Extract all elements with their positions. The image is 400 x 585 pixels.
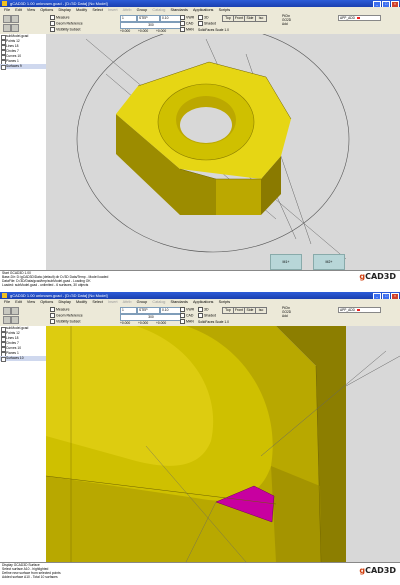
- open-file-icon[interactable]: [11, 15, 19, 23]
- window-title: gCAD3D 1.00 unknown.gcad - [D:/3D Data] …: [10, 293, 108, 298]
- new-file-icon[interactable]: [3, 307, 11, 315]
- vwr-checkbox[interactable]: VWR: [180, 15, 194, 20]
- 3d-checkbox[interactable]: 3D: [198, 15, 208, 20]
- viewport-button-m1[interactable]: M1+: [270, 254, 302, 270]
- nut-model-zoom: [46, 326, 400, 562]
- visibility-subset-checkbox[interactable]: Visibility Subset: [50, 319, 80, 324]
- step-field[interactable]: STEP: [137, 307, 160, 314]
- info-panel: PtCtn GO2D Add: [282, 14, 292, 26]
- coord-y: +0.000: [138, 29, 149, 33]
- coord-z: +0.000: [156, 29, 167, 33]
- visibility-subset-checkbox[interactable]: Visibility Subset: [50, 27, 80, 32]
- depth-field[interactable]: 300: [120, 314, 181, 321]
- undo-icon[interactable]: [11, 316, 19, 324]
- 3d-viewport[interactable]: M1+ M2+: [46, 34, 400, 270]
- layer-color-icon: [356, 17, 360, 20]
- geom-reference-checkbox[interactable]: Geom Reference: [50, 313, 83, 318]
- model-tree: subModel.gcad Points 12 Lines 18 Circles…: [0, 326, 47, 562]
- tolerance-field[interactable]: 0.10: [160, 15, 181, 22]
- man-checkbox[interactable]: MAN: [180, 319, 194, 324]
- view-iso-button[interactable]: Iso: [255, 307, 267, 314]
- status-text: SolidFaces Scale 1.0: [198, 320, 229, 324]
- tree-item-selected[interactable]: Surfaces 10: [0, 356, 46, 362]
- message-area: Display GCAD3D Surface Select surface A1…: [0, 562, 400, 585]
- grid-field[interactable]: 1: [120, 307, 137, 314]
- shaded-checkbox[interactable]: Shaded: [198, 313, 216, 318]
- tree-item-selected[interactable]: Surfaces 9: [0, 64, 46, 70]
- message-line: Loaded: subModel.gcad - unlimited - 6 su…: [2, 283, 89, 287]
- new-file-icon[interactable]: [3, 15, 11, 23]
- man-checkbox[interactable]: MAN: [180, 27, 194, 32]
- window-title: gCAD3D 1.00 unknown.gcad - [D:/3D Data] …: [10, 1, 108, 6]
- depth-field[interactable]: 300: [120, 22, 181, 29]
- message-area: Start GCAD3D 1.00 Base-Dir: D:\gCAD3D\Da…: [0, 270, 400, 290]
- 3d-viewport[interactable]: [46, 326, 400, 562]
- toolbar: Measure Geom Reference Visibility Subset…: [0, 13, 400, 35]
- save-file-icon[interactable]: [3, 316, 11, 324]
- title-bar: gCAD3D 1.00 unknown.gcad - [D:/3D Data] …: [0, 0, 400, 8]
- save-file-icon[interactable]: [3, 24, 11, 32]
- gcad3d-logo: gCAD3D: [359, 566, 396, 575]
- coord-x: +0.000: [120, 321, 131, 325]
- message-line: Added surface A10 - Total 10 surfaces: [2, 575, 58, 579]
- coord-x: +0.000: [120, 29, 131, 33]
- app-window-top: gCAD3D 1.00 unknown.gcad - [D:/3D Data] …: [0, 0, 400, 290]
- grid-field[interactable]: 1: [120, 15, 137, 22]
- layer-select[interactable]: APP_ADD: [338, 15, 381, 21]
- coord-z: +0.000: [156, 321, 167, 325]
- toolbar: Measure Geom Reference Visibility Subset…: [0, 305, 400, 327]
- shaded-checkbox[interactable]: Shaded: [198, 21, 216, 26]
- nut-model-iso: [46, 34, 400, 270]
- title-bar: gCAD3D 1.00 unknown.gcad - [D:/3D Data] …: [0, 292, 400, 300]
- 3d-checkbox[interactable]: 3D: [198, 307, 208, 312]
- tolerance-field[interactable]: 0.10: [160, 307, 181, 314]
- info-panel: PtCtn GO2D Add: [282, 306, 292, 318]
- viewport-button-m2[interactable]: M2+: [313, 254, 345, 270]
- step-field[interactable]: STEP: [137, 15, 160, 22]
- app-window-bottom: gCAD3D 1.00 unknown.gcad - [D:/3D Data] …: [0, 292, 400, 585]
- layer-select[interactable]: APP_ADD: [338, 307, 381, 313]
- app-icon: [2, 1, 7, 6]
- vwr-checkbox[interactable]: VWR: [180, 307, 194, 312]
- model-tree: subModel.gcad Points 12 Lines 18 Circles…: [0, 34, 47, 270]
- measure-checkbox[interactable]: Measure: [50, 15, 70, 20]
- app-icon: [2, 293, 7, 298]
- measure-checkbox[interactable]: Measure: [50, 307, 70, 312]
- undo-icon[interactable]: [11, 24, 19, 32]
- coord-y: +0.000: [138, 321, 149, 325]
- open-file-icon[interactable]: [11, 307, 19, 315]
- geom-reference-checkbox[interactable]: Geom Reference: [50, 21, 83, 26]
- layer-color-icon: [356, 309, 360, 312]
- status-text: SolidFaces Scale 1.0: [198, 28, 229, 32]
- view-iso-button[interactable]: Iso: [255, 15, 267, 22]
- cad-checkbox[interactable]: CAD: [180, 21, 193, 26]
- cad-checkbox[interactable]: CAD: [180, 313, 193, 318]
- gcad3d-logo: gCAD3D: [359, 272, 396, 281]
